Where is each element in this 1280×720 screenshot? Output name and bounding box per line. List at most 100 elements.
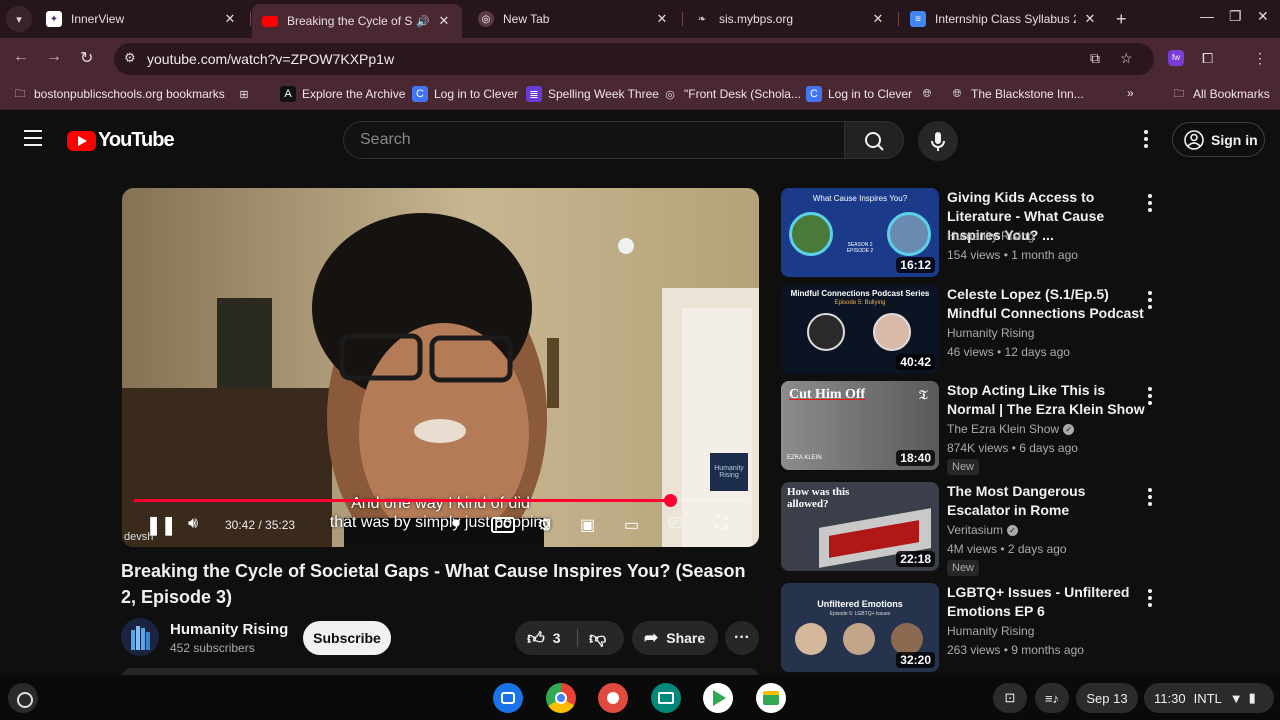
captions-icon[interactable]: CC bbox=[491, 517, 515, 533]
close-icon[interactable]: ✕ bbox=[654, 11, 670, 27]
sign-in-button[interactable]: Sign in bbox=[1172, 122, 1265, 157]
reload-button[interactable]: ↻ bbox=[80, 48, 93, 68]
forward-button[interactable]: → bbox=[46, 48, 62, 66]
rec-title[interactable]: The Most Dangerous Escalator in Rome bbox=[947, 482, 1147, 520]
description-box[interactable] bbox=[122, 668, 759, 675]
rec-channel[interactable]: Humanity Rising bbox=[947, 624, 1034, 638]
recommendation-item[interactable]: How was this allowed? 22:18 The Most Dan… bbox=[781, 482, 1171, 576]
play-store-app-icon[interactable] bbox=[703, 683, 733, 713]
recommendation-item[interactable]: Cut Him Off EZRA KLEIN 𝔗 18:40 Stop Acti… bbox=[781, 381, 1171, 475]
video-thumbnail[interactable]: Cut Him Off EZRA KLEIN 𝔗 18:40 bbox=[781, 381, 939, 470]
rec-title[interactable]: Celeste Lopez (S.1/Ep.5) Mindful Connect… bbox=[947, 285, 1147, 323]
fullscreen-icon[interactable]: ⛶ bbox=[716, 515, 727, 533]
tab-innerview[interactable]: ✦ InnerView ✕ bbox=[36, 0, 248, 38]
subscribe-button[interactable]: Subscribe bbox=[303, 621, 391, 655]
extension-icon[interactable]: fw bbox=[1168, 50, 1184, 66]
rec-menu-kebab-icon[interactable] bbox=[1148, 488, 1152, 509]
new-tab-button[interactable]: + bbox=[1116, 9, 1127, 30]
recommendation-item[interactable]: Unfiltered Emotions Episode 6: LGBTQ+ Is… bbox=[781, 583, 1171, 675]
bookmark-star-icon[interactable]: ☆ bbox=[1120, 50, 1133, 67]
settings-gear-icon[interactable]: ⚙ bbox=[537, 515, 551, 535]
chrome-app-icon[interactable] bbox=[546, 683, 576, 713]
url-text[interactable]: youtube.com/watch?v=ZPOW7KXPp1w bbox=[147, 51, 394, 67]
bookmark-front-desk[interactable]: ◎ "Front Desk (Schola... bbox=[662, 86, 801, 102]
channel-name[interactable]: Humanity Rising bbox=[170, 621, 288, 638]
rec-menu-kebab-icon[interactable] bbox=[1148, 194, 1152, 215]
theater-mode-icon[interactable]: ▭ bbox=[624, 515, 639, 535]
tab-new-tab[interactable]: ◎ New Tab ✕ bbox=[468, 0, 680, 38]
rec-channel[interactable]: Humanity Rising bbox=[947, 326, 1034, 340]
close-icon[interactable]: ✕ bbox=[1082, 11, 1098, 27]
minimize-icon[interactable]: — bbox=[1200, 8, 1214, 24]
video-player[interactable]: Humanity Rising And one way I kind of di… bbox=[122, 188, 759, 547]
video-thumbnail[interactable]: Unfiltered Emotions Episode 6: LGBTQ+ Is… bbox=[781, 583, 939, 672]
menu-icon[interactable] bbox=[24, 130, 42, 151]
tab-search-button[interactable]: ▾ bbox=[6, 6, 32, 32]
rec-channel[interactable]: Humanity Rising bbox=[947, 229, 1034, 243]
rec-title[interactable]: LGBTQ+ Issues - Unfiltered Emotions EP 6 bbox=[947, 583, 1147, 621]
extensions-puzzle-icon[interactable]: ⧠ bbox=[1202, 50, 1213, 67]
channel-avatar[interactable] bbox=[121, 618, 159, 656]
date-button[interactable]: Sep 13 bbox=[1076, 683, 1138, 713]
more-bookmarks-chevron-icon[interactable]: » bbox=[1127, 86, 1134, 100]
recommendation-item[interactable]: Mindful Connections Podcast Series Episo… bbox=[781, 285, 1171, 377]
restore-icon[interactable]: ❐ bbox=[1229, 8, 1242, 25]
video-thumbnail[interactable]: Mindful Connections Podcast Series Episo… bbox=[781, 285, 939, 374]
close-icon[interactable]: ✕ bbox=[870, 11, 886, 27]
bookmark-clever-2[interactable]: C Log in to Clever bbox=[806, 86, 912, 102]
search-input[interactable] bbox=[344, 122, 844, 158]
bookmark-blackstone[interactable]: 🌐︎ The Blackstone Inn... bbox=[949, 86, 1084, 102]
video-thumbnail[interactable]: What Cause Inspires You? SEASON 2 EPISOD… bbox=[781, 188, 939, 277]
launcher-button[interactable] bbox=[8, 683, 38, 713]
close-window-icon[interactable]: ✕ bbox=[1257, 8, 1269, 25]
share-button[interactable]: ➦ Share bbox=[632, 621, 718, 655]
more-actions-button[interactable]: ··· bbox=[725, 621, 759, 655]
system-tray[interactable]: 11:30 INTL ▼ ▮ bbox=[1144, 683, 1274, 713]
search-button[interactable] bbox=[844, 121, 904, 159]
bookmark-globe[interactable]: 🌐︎ bbox=[919, 86, 941, 102]
cast-icon[interactable]: ⎚ bbox=[669, 515, 682, 533]
rec-menu-kebab-icon[interactable] bbox=[1148, 291, 1152, 312]
volume-icon[interactable]: 🔊︎ bbox=[188, 515, 198, 533]
miniplayer-icon[interactable]: ▣ bbox=[580, 515, 595, 535]
apps-grid-button[interactable]: ⊞ bbox=[236, 86, 258, 102]
holding-space-icon[interactable]: ⊡ bbox=[993, 683, 1027, 713]
recommendation-item[interactable]: What Cause Inspires You? SEASON 2 EPISOD… bbox=[781, 188, 1171, 280]
video-thumbnail[interactable]: How was this allowed? 22:18 bbox=[781, 482, 939, 571]
meet-app-icon[interactable] bbox=[756, 683, 786, 713]
settings-kebab-icon[interactable] bbox=[1144, 130, 1148, 151]
progress-bar[interactable] bbox=[134, 494, 747, 507]
install-app-icon[interactable]: ⧉ bbox=[1090, 50, 1100, 67]
rec-channel[interactable]: The Ezra Klein Show ✓ bbox=[947, 422, 1075, 436]
like-button[interactable]: 👍︎ bbox=[527, 628, 545, 649]
dislike-button[interactable]: 👎︎ bbox=[589, 628, 606, 649]
channel-watermark[interactable]: Humanity Rising bbox=[710, 453, 748, 491]
bookmark-folder-bps[interactable]: 🗀 bostonpublicschools.org bookmarks bbox=[12, 86, 225, 102]
back-button[interactable]: ← bbox=[13, 48, 29, 66]
close-icon[interactable]: ✕ bbox=[222, 11, 238, 27]
classroom-app-icon[interactable] bbox=[651, 683, 681, 713]
bookmark-clever-1[interactable]: C Log in to Clever bbox=[412, 86, 518, 102]
close-icon[interactable]: ✕ bbox=[436, 13, 452, 29]
camera-app-icon[interactable] bbox=[493, 683, 523, 713]
rec-menu-kebab-icon[interactable] bbox=[1148, 387, 1152, 408]
youtube-logo[interactable]: YouTube bbox=[67, 129, 175, 152]
tab-sis[interactable]: ❧ sis.mybps.org ✕ bbox=[684, 0, 896, 38]
rec-channel[interactable]: Veritasium ✓ bbox=[947, 523, 1019, 537]
scrubber-handle[interactable] bbox=[663, 494, 677, 507]
site-info-icon[interactable]: ⚙ bbox=[124, 50, 136, 66]
rec-menu-kebab-icon[interactable] bbox=[1148, 589, 1152, 610]
tab-youtube-active[interactable]: Breaking the Cycle of Soc 🔊 ✕ bbox=[252, 4, 462, 38]
media-controls-icon[interactable]: ≡♪ bbox=[1035, 683, 1069, 713]
tab-syllabus[interactable]: ≡ Internship Class Syllabus 25- ✕ bbox=[900, 0, 1108, 38]
bookmark-spelling[interactable]: ≣ Spelling Week Three bbox=[526, 86, 659, 102]
address-bar[interactable]: ⚙ youtube.com/watch?v=ZPOW7KXPp1w ⧉ ☆ bbox=[114, 43, 1154, 75]
voice-search-button[interactable] bbox=[918, 121, 958, 161]
audio-playing-icon[interactable]: 🔊 bbox=[416, 15, 430, 28]
autoplay-toggle-icon[interactable]: ⏺ bbox=[452, 515, 460, 533]
all-bookmarks-button[interactable]: 🗀 All Bookmarks bbox=[1171, 86, 1270, 102]
bookmark-explore-archive[interactable]: A Explore the Archive bbox=[280, 86, 405, 102]
chrome-menu-icon[interactable]: ⋮ bbox=[1253, 50, 1267, 67]
canvas-palette-app-icon[interactable] bbox=[598, 683, 628, 713]
rec-title[interactable]: Stop Acting Like This is Normal | The Ez… bbox=[947, 381, 1147, 419]
